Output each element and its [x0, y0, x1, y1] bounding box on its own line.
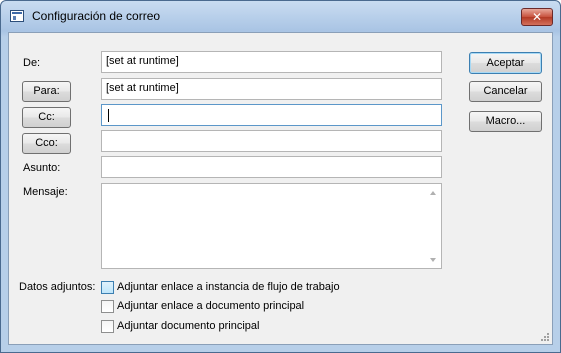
to-field[interactable]: [set at runtime] [101, 78, 442, 100]
attach-document-link-checkbox[interactable] [101, 300, 114, 313]
scroll-up-icon[interactable] [430, 191, 436, 195]
attach-document-link-label: Adjuntar enlace a documento principal [117, 300, 305, 312]
macro-button[interactable]: Macro... [469, 111, 542, 132]
attach-main-document-option[interactable]: Adjuntar documento principal [101, 319, 441, 335]
attach-main-document-label: Adjuntar documento principal [117, 320, 260, 332]
attachments-label: Datos adjuntos: [19, 281, 96, 293]
resize-grip-icon[interactable] [540, 332, 550, 342]
window-icon [10, 10, 24, 22]
subject-field[interactable] [101, 156, 442, 178]
bcc-field[interactable] [101, 130, 442, 152]
attach-document-link-option[interactable]: Adjuntar enlace a documento principal [101, 299, 441, 315]
subject-label: Asunto: [23, 162, 61, 174]
title-bar: Configuración de correo ✕ [1, 1, 560, 31]
attach-workflow-link-option[interactable]: Adjuntar enlace a instancia de flujo de … [101, 280, 441, 296]
scroll-down-icon[interactable] [430, 258, 436, 262]
close-icon: ✕ [531, 10, 543, 24]
attach-workflow-link-label: Adjuntar enlace a instancia de flujo de … [117, 281, 340, 293]
dialog-body: De: [set at runtime] Para: [set at runti… [8, 32, 553, 345]
message-textarea[interactable] [101, 183, 442, 269]
to-button[interactable]: Para: [22, 81, 71, 102]
window-title: Configuración de correo [32, 9, 161, 23]
from-field[interactable]: [set at runtime] [101, 51, 442, 73]
attach-workflow-link-checkbox[interactable] [101, 281, 114, 294]
text-cursor [108, 109, 109, 122]
from-label: De: [23, 57, 41, 69]
close-button[interactable]: ✕ [521, 8, 553, 26]
cc-button[interactable]: Cc: [22, 107, 71, 128]
accept-button[interactable]: Aceptar [469, 52, 542, 74]
bcc-button[interactable]: Cco: [22, 133, 71, 154]
mail-config-dialog: Configuración de correo ✕ De: [set at ru… [0, 0, 561, 353]
message-scrollbar[interactable] [426, 184, 441, 268]
cancel-button[interactable]: Cancelar [469, 81, 542, 102]
cc-field[interactable] [101, 104, 442, 126]
message-label: Mensaje: [23, 186, 68, 198]
attach-main-document-checkbox[interactable] [101, 320, 114, 333]
